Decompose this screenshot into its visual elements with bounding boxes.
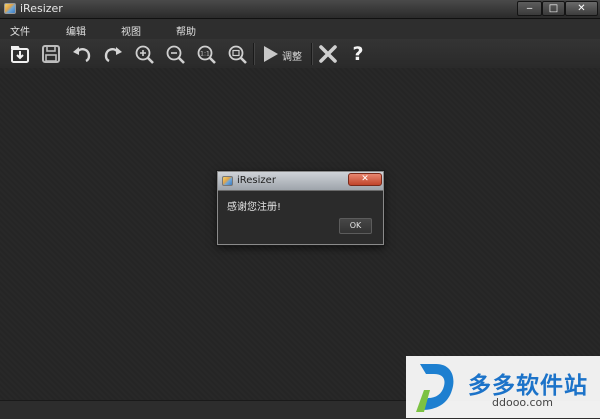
dialog-message: 感谢您注册! bbox=[227, 202, 282, 213]
toolbar-separator bbox=[253, 43, 255, 65]
actual-size-icon: 1:1 bbox=[197, 45, 216, 64]
fit-to-window-icon bbox=[228, 45, 247, 64]
delete-button[interactable] bbox=[316, 42, 340, 66]
zoom-out-button[interactable] bbox=[163, 42, 187, 66]
play-icon bbox=[264, 46, 278, 62]
zoom-in-button[interactable] bbox=[132, 42, 156, 66]
save-button[interactable] bbox=[39, 42, 63, 66]
window-title: iResizer bbox=[20, 2, 63, 15]
menu-file[interactable]: 文件 bbox=[10, 23, 30, 38]
open-icon bbox=[11, 46, 29, 63]
adjust-button[interactable] bbox=[258, 42, 282, 66]
watermark-logo-icon bbox=[416, 364, 454, 412]
toolbar-separator bbox=[311, 43, 313, 65]
app-icon bbox=[4, 3, 16, 14]
redo-button[interactable] bbox=[101, 42, 125, 66]
help-button[interactable]: ? bbox=[346, 42, 370, 66]
app-window: iResizer ‒ □ ✕ 文件 编辑 视图 帮助 1:1 调整 ? iRes… bbox=[0, 0, 600, 419]
toolbar: 1:1 调整 ? bbox=[0, 39, 600, 69]
dialog-title-bar[interactable]: iResizer ✕ bbox=[218, 172, 383, 191]
fit-to-window-button[interactable] bbox=[225, 42, 249, 66]
menu-bar: 文件 编辑 视图 帮助 bbox=[0, 19, 600, 39]
zoom-out-icon bbox=[166, 45, 185, 64]
redo-icon bbox=[104, 47, 122, 63]
help-icon: ? bbox=[352, 43, 364, 65]
adjust-label[interactable]: 调整 bbox=[282, 48, 302, 63]
actual-size-button[interactable]: 1:1 bbox=[194, 42, 218, 66]
dialog-body: 感谢您注册! OK bbox=[218, 191, 383, 244]
watermark-brand: 多多软件站 bbox=[468, 373, 588, 399]
dialog-close-button[interactable]: ✕ bbox=[348, 173, 382, 186]
dialog-title: iResizer bbox=[237, 175, 276, 186]
close-button[interactable]: ✕ bbox=[565, 1, 598, 16]
title-bar[interactable]: iResizer ‒ □ ✕ bbox=[0, 0, 600, 19]
message-dialog: iResizer ✕ 感谢您注册! OK bbox=[217, 171, 384, 245]
menu-view[interactable]: 视图 bbox=[121, 23, 141, 38]
save-icon bbox=[42, 45, 60, 63]
zoom-in-icon bbox=[135, 45, 154, 64]
delete-icon bbox=[319, 45, 337, 63]
ok-button[interactable]: OK bbox=[339, 218, 372, 234]
maximize-button[interactable]: □ bbox=[542, 1, 565, 16]
menu-help[interactable]: 帮助 bbox=[176, 23, 196, 38]
open-button[interactable] bbox=[8, 42, 32, 66]
undo-button[interactable] bbox=[70, 42, 94, 66]
watermark: 多多软件站 ddooo.com bbox=[406, 356, 600, 418]
undo-icon bbox=[73, 47, 91, 63]
minimize-button[interactable]: ‒ bbox=[517, 1, 542, 16]
app-icon bbox=[222, 176, 233, 186]
svg-text:1:1: 1:1 bbox=[200, 51, 210, 58]
watermark-url: ddooo.com bbox=[492, 396, 553, 409]
menu-edit[interactable]: 编辑 bbox=[66, 23, 86, 38]
